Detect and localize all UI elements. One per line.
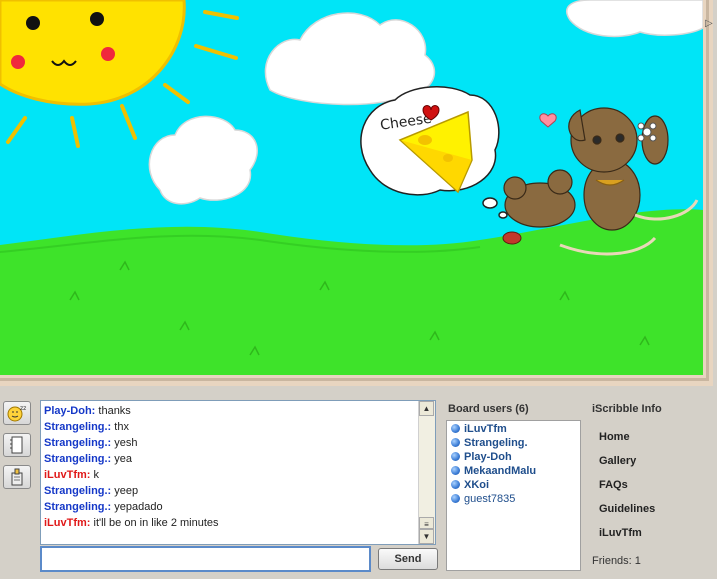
chat-username[interactable]: Strangeling.:: [44, 501, 111, 513]
chat-text: yea: [111, 453, 133, 465]
board-user-item[interactable]: Play-Doh: [451, 450, 512, 464]
chat-scrollbar[interactable]: ▲ ≡ ▼: [418, 401, 435, 544]
board-user-name: MekaandMalu: [464, 465, 537, 477]
info-link-guidelines[interactable]: Guidelines: [599, 503, 655, 515]
chat-text: yeep: [111, 485, 139, 497]
scroll-thumb[interactable]: ≡: [419, 517, 434, 529]
board-user-name: Play-Doh: [464, 451, 512, 463]
user-status-icon: [451, 438, 460, 447]
chat-message: Strangeling.: yepadado: [44, 499, 163, 515]
board-user-item[interactable]: XKoi: [451, 478, 489, 492]
chat-text: yesh: [111, 437, 138, 449]
user-status-icon: [451, 480, 460, 489]
info-title: iScribble Info: [592, 403, 662, 415]
board-user-item[interactable]: MekaandMalu: [451, 464, 536, 478]
board-user-name: guest7835: [464, 493, 516, 505]
chat-log[interactable]: Play-Doh: thanks Strangeling.: thx Strange…: [40, 400, 436, 545]
board-user-name: XKoi: [464, 479, 490, 491]
user-status-icon: [451, 452, 460, 461]
info-link-iluvtfm[interactable]: iLuvTfm: [599, 527, 642, 539]
chat-username[interactable]: iLuvTfm:: [44, 469, 90, 481]
chat-message: Strangeling.: yesh: [44, 435, 138, 451]
svg-text:zz: zz: [20, 405, 26, 412]
board-user-name: iLuvTfm: [464, 423, 507, 435]
chat-message: Strangeling.: thx: [44, 419, 129, 435]
user-status-icon: [451, 424, 460, 433]
chat-text: thanks: [95, 405, 131, 417]
info-link-faqs[interactable]: FAQs: [599, 479, 628, 491]
chat-username[interactable]: Strangeling.:: [44, 485, 111, 497]
board-user-name: Strangeling.: [464, 437, 528, 449]
user-status-icon: [451, 494, 460, 503]
board-user-item[interactable]: iLuvTfm: [451, 422, 507, 436]
chat-input[interactable]: [40, 546, 371, 572]
info-link-gallery[interactable]: Gallery: [599, 455, 636, 467]
side-toolbar: zz: [3, 401, 33, 497]
send-button[interactable]: Send: [378, 548, 438, 570]
friends-count: Friends: 1: [592, 555, 641, 567]
chat-text: k: [90, 469, 100, 481]
canvas-scroll-right-icon[interactable]: ▷: [705, 18, 713, 34]
chat-text: yepadado: [111, 501, 163, 513]
chat-username[interactable]: Strangeling.:: [44, 453, 111, 465]
chat-username[interactable]: Strangeling.:: [44, 421, 111, 433]
user-status-icon: [451, 466, 460, 475]
chat-message: Strangeling.: yeep: [44, 483, 138, 499]
scroll-down-icon[interactable]: ▼: [419, 529, 434, 544]
drawing-canvas[interactable]: Cheese: [0, 0, 709, 381]
chat-message: iLuvTfm: it'll be on in like 2 minutes: [44, 515, 219, 531]
scroll-up-icon[interactable]: ▲: [419, 401, 434, 416]
smiley-sleep-icon[interactable]: zz: [3, 401, 31, 425]
board-users-header: Board users (6): [448, 403, 529, 415]
chat-username[interactable]: iLuvTfm:: [44, 517, 90, 529]
info-link-home[interactable]: Home: [599, 431, 630, 443]
notebook-icon[interactable]: [3, 433, 31, 457]
chat-text: thx: [111, 421, 129, 433]
chat-message: iLuvTfm: k: [44, 467, 99, 483]
chat-message: Play-Doh: thanks: [44, 403, 131, 419]
chat-text: it'll be on in like 2 minutes: [90, 517, 219, 529]
chat-username[interactable]: Play-Doh:: [44, 405, 95, 417]
pencil-sharpener-icon[interactable]: [3, 465, 31, 489]
chat-message: Strangeling.: yea: [44, 451, 132, 467]
chat-username[interactable]: Strangeling.:: [44, 437, 111, 449]
board-user-item[interactable]: Strangeling.: [451, 436, 528, 450]
canvas-frame: Cheese ▷: [0, 0, 713, 386]
board-users-list[interactable]: iLuvTfm Strangeling. Play-Doh MekaandMalu XK…: [446, 420, 581, 571]
board-user-item[interactable]: guest7835: [451, 492, 515, 506]
